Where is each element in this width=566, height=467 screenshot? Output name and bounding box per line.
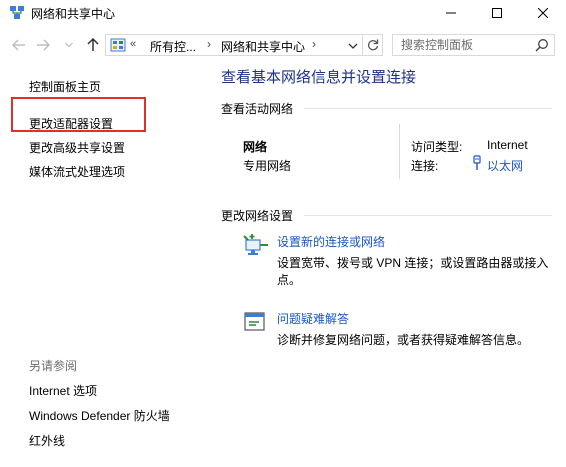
network-type[interactable]: 专用网络 [243,157,291,174]
ethernet-icon [473,155,481,170]
window-title: 网络和共享中心 [31,7,116,21]
arrow-up-icon [87,38,99,51]
section-divider [304,215,552,216]
media-streaming-options-link[interactable]: 媒体流式处理选项 [29,163,125,180]
breadcrumb-separator-icon[interactable]: › [207,37,211,51]
control-panel-home-link[interactable]: 控制面板主页 [29,78,101,95]
maximize-icon [492,8,502,18]
change-adapter-settings-link[interactable]: 更改适配器设置 [29,115,113,132]
refresh-button[interactable] [363,34,383,56]
control-panel-icon [110,38,126,52]
breadcrumb-network-sharing[interactable]: 网络和共享中心 [221,38,305,55]
internet-options-link[interactable]: Internet 选项 [29,382,97,399]
infrared-link[interactable]: 红外线 [29,432,65,449]
refresh-icon [367,39,378,51]
minimize-button[interactable] [428,0,474,26]
troubleshoot-description: 诊断并修复网络问题，或者获得疑难解答信息。 [277,333,530,347]
address-bar[interactable]: « 所有控... › 网络和共享中心 › [105,34,363,56]
close-button[interactable] [520,0,566,26]
address-dropdown-button[interactable] [346,39,360,53]
ethernet-connection-link[interactable]: 以太网 [487,157,523,174]
change-settings-heading: 更改网络设置 [221,209,294,223]
new-connection-icon [243,234,268,255]
active-networks-heading: 查看活动网络 [221,102,294,116]
back-button[interactable] [10,35,28,55]
vertical-divider [399,124,400,179]
chevron-down-icon [65,42,73,48]
network-sharing-icon [10,6,24,19]
arrow-left-icon [12,39,25,51]
navigation-bar: « 所有控... › 网络和共享中心 › [0,30,566,60]
maximize-button[interactable] [474,0,520,26]
defender-firewall-link[interactable]: Windows Defender 防火墙 [29,407,170,424]
chevron-down-icon [348,43,358,49]
title-bar: 网络和共享中心 [0,0,566,26]
access-type-label: 访问类型: [411,140,463,154]
page-title: 查看基本网络信息并设置连接 [221,69,417,86]
forward-button[interactable] [34,35,52,55]
close-icon [538,8,548,18]
breadcrumb-all-control-panel[interactable]: 所有控... [150,38,196,55]
address-overflow-marker[interactable]: « [130,38,136,50]
minimize-icon [446,12,456,14]
network-name: 网络 [243,140,268,154]
search-box[interactable] [392,34,555,56]
setup-new-connection-link[interactable]: 设置新的连接或网络 [277,233,385,250]
recent-locations-button[interactable] [62,35,76,55]
setup-new-connection-description: 设置宽带、拨号或 VPN 连接；或设置路由器或接入点。 [277,256,549,287]
up-button[interactable] [84,35,102,55]
troubleshoot-problems-link[interactable]: 问题疑难解答 [277,310,349,327]
arrow-right-icon [37,39,50,51]
troubleshoot-icon [244,312,265,331]
change-advanced-sharing-link[interactable]: 更改高级共享设置 [29,139,125,156]
connections-label: 连接: [411,159,439,173]
see-also-heading: 另请参阅 [29,359,78,373]
section-divider [304,108,552,109]
search-input[interactable] [401,37,531,53]
breadcrumb-separator-icon[interactable]: › [312,37,316,51]
search-icon[interactable] [535,38,549,52]
access-type-value: Internet [487,138,528,152]
